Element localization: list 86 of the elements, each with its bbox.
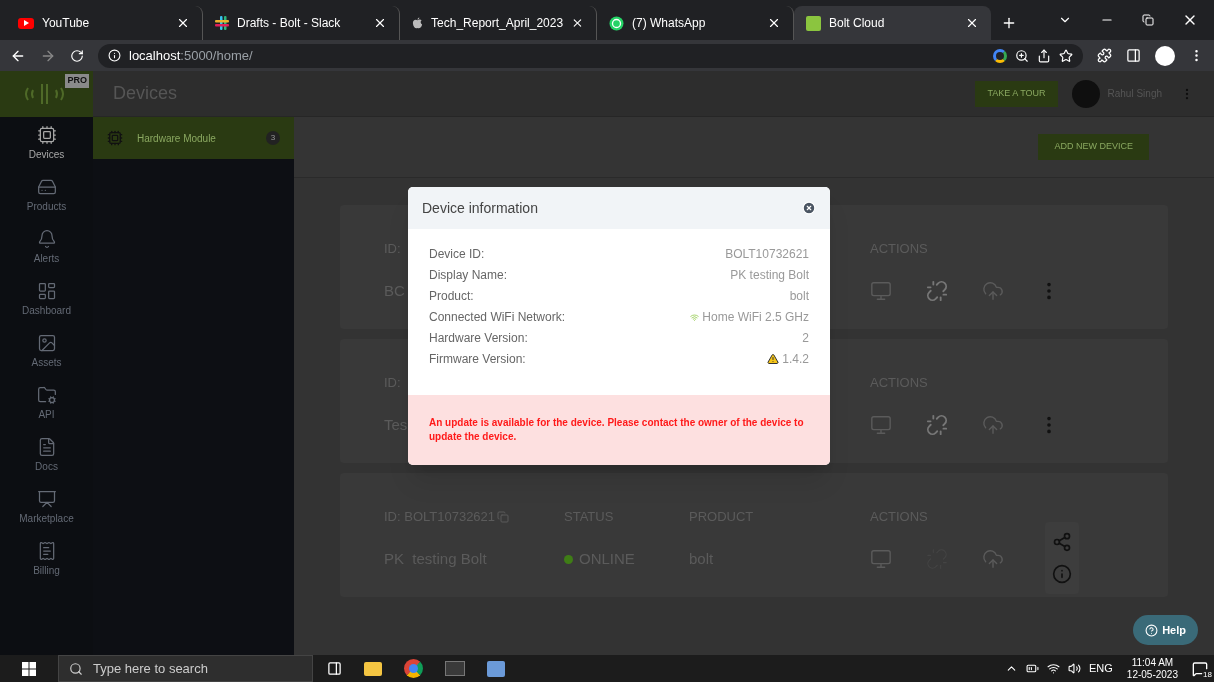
tab-title: (7) WhatsApp <box>632 15 707 32</box>
board-icon <box>36 488 57 509</box>
image-icon <box>36 332 57 353</box>
search-field[interactable]: Type here to search <box>58 655 313 682</box>
field-label: Display Name: <box>429 267 509 284</box>
field-label: Hardware Version: <box>429 330 529 347</box>
unlink-icon[interactable] <box>926 280 948 302</box>
battery-icon[interactable] <box>1026 662 1039 675</box>
hash-logo-icon <box>215 16 229 30</box>
tab-title: YouTube <box>42 15 91 32</box>
share-icon[interactable] <box>1037 48 1051 63</box>
add-device-button[interactable]: ADD NEW DEVICE <box>1038 134 1149 160</box>
dashboard-icon <box>36 280 57 301</box>
tab-title: Bolt Cloud <box>829 15 886 32</box>
wifi-icon[interactable] <box>1047 662 1060 675</box>
tab-title: Tech_Report_April_2023 <box>431 15 564 32</box>
field-value: PK testing Bolt <box>730 267 809 284</box>
panel-icon[interactable] <box>1126 48 1141 63</box>
terminal-icon[interactable] <box>445 661 465 676</box>
clock-time[interactable]: 11:04 AM <box>1131 656 1174 669</box>
task-view-icon[interactable] <box>327 661 342 676</box>
close-icon[interactable] <box>965 16 979 30</box>
apple-logo-icon <box>412 16 424 30</box>
field-value: Home WiFi 2.5 GHz <box>702 309 809 326</box>
sidebar-item[interactable]: Assets <box>0 325 93 377</box>
language-indicator[interactable]: ENG <box>1089 660 1113 677</box>
submenu-item[interactable]: Hardware Module 3 <box>93 117 294 159</box>
close-icon[interactable] <box>176 16 190 30</box>
folder-icon[interactable] <box>364 661 382 676</box>
close-icon[interactable] <box>571 16 584 30</box>
count-badge: 3 <box>266 131 280 145</box>
field-label: Connected WiFi Network: <box>429 309 567 326</box>
field-value: 2 <box>802 330 809 347</box>
close-icon[interactable] <box>767 16 781 30</box>
chat-logo-icon <box>609 15 624 31</box>
clock-date[interactable]: 12-05-2023 <box>1126 668 1178 681</box>
star-icon[interactable] <box>1059 48 1073 63</box>
unlink-icon[interactable] <box>926 414 948 436</box>
sidebar-item[interactable]: Marketplace <box>0 481 93 533</box>
zoom-icon[interactable] <box>1015 48 1029 63</box>
remote-desktop-icon[interactable] <box>487 660 505 677</box>
sidebar-item[interactable]: Alerts <box>0 221 93 273</box>
field-label: Product: <box>429 288 475 305</box>
help-button[interactable]: Help <box>1133 615 1198 645</box>
close-icon[interactable] <box>373 16 387 30</box>
tour-button[interactable]: TAKE A TOUR <box>975 80 1058 107</box>
search-icon <box>69 661 83 676</box>
restore-icon[interactable] <box>1142 14 1154 26</box>
wifi-icon <box>690 312 700 322</box>
pro-badge: PRO <box>65 74 89 88</box>
profile-avatar[interactable] <box>1155 45 1175 66</box>
video-logo-icon <box>18 17 34 29</box>
tab-title: Drafts - Bolt - Slack <box>237 15 342 32</box>
sidebar-item[interactable]: Dashboard <box>0 273 93 325</box>
field-label: Device ID: <box>429 246 486 263</box>
sidebar-item[interactable]: Docs <box>0 429 93 481</box>
sidebar-item[interactable]: Devices <box>0 117 93 169</box>
alert-message: An update is available for the device. Please contact the owner of the device to update the device. <box>429 416 805 444</box>
browser-logo-icon[interactable] <box>404 659 423 678</box>
puzzle-icon[interactable] <box>1097 48 1112 63</box>
chip-icon <box>36 124 57 145</box>
sidebar-item[interactable]: API <box>0 377 93 429</box>
new-tab-icon[interactable] <box>1001 15 1017 31</box>
url-text: localhost:5000/home/ <box>129 46 254 65</box>
search-placeholder: Type here to search <box>93 659 208 678</box>
windows-logo-icon[interactable] <box>22 661 36 676</box>
field-label: Firmware Version: <box>429 351 527 368</box>
bell-icon <box>36 228 57 249</box>
submenu-label: Hardware Module <box>137 131 217 146</box>
dialog-title: Device information <box>422 198 539 218</box>
address-field[interactable]: localhost:5000/home/ <box>98 43 1083 68</box>
warning-icon <box>767 353 780 365</box>
close-icon[interactable] <box>802 201 816 215</box>
speaker-icon[interactable] <box>1068 662 1081 675</box>
folder-gear-icon <box>36 384 57 405</box>
chip-icon <box>107 130 123 146</box>
field-value: bolt <box>789 288 809 305</box>
bolt-logo-icon <box>806 15 821 31</box>
sidebar-item[interactable]: Products <box>0 169 93 221</box>
reload-icon[interactable] <box>70 48 84 63</box>
sidebar-item[interactable]: Billing <box>0 533 93 585</box>
field-value: 1.4.2 <box>782 351 809 368</box>
browser-tab[interactable]: Bolt Cloud <box>794 6 991 40</box>
google-logo-icon[interactable] <box>993 48 1007 63</box>
field-value: BOLT10732621 <box>725 246 809 263</box>
help-icon <box>1145 623 1159 637</box>
